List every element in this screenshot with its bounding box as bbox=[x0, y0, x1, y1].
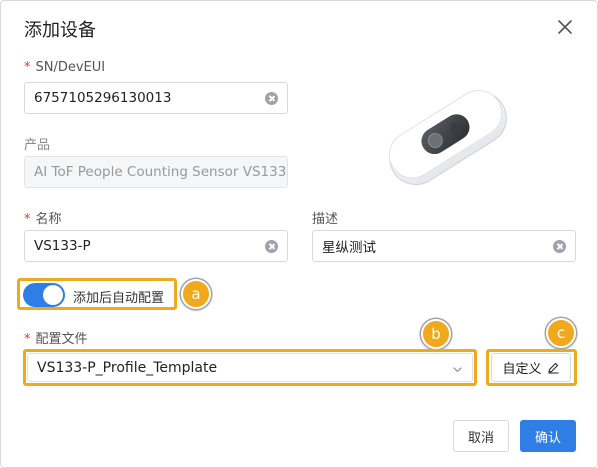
dialog-title: 添加设备 bbox=[24, 20, 96, 41]
required-mark: * bbox=[24, 60, 31, 75]
product-field: AI ToF People Counting Sensor VS133- bbox=[24, 156, 288, 188]
clear-icon[interactable] bbox=[265, 240, 278, 253]
custom-button-label: 自定义 bbox=[502, 362, 542, 377]
description-label: 描述 bbox=[312, 212, 339, 227]
name-label-text: 名称 bbox=[35, 212, 62, 227]
custom-profile-button[interactable]: 自定义 bbox=[491, 353, 571, 382]
name-value: VS133-P bbox=[34, 238, 91, 254]
sn-label-text: SN/DevEUI bbox=[35, 60, 106, 75]
product-value: AI ToF People Counting Sensor VS133- bbox=[34, 164, 288, 180]
toggle-knob bbox=[43, 285, 63, 305]
chevron-down-icon bbox=[453, 367, 462, 373]
sn-value: 6757105296130013 bbox=[34, 90, 172, 106]
clear-icon[interactable] bbox=[265, 92, 278, 105]
description-value: 星纵测试 bbox=[322, 240, 376, 256]
profile-label: * 配置文件 bbox=[24, 328, 88, 347]
annotation-badge-c: c bbox=[546, 318, 576, 348]
add-device-dialog: 添加设备 * SN/DevEUI 6757105296130013 产品 AI T… bbox=[0, 0, 598, 468]
cancel-button[interactable]: 取消 bbox=[453, 420, 509, 452]
device-image bbox=[388, 89, 507, 186]
name-label: * 名称 bbox=[24, 208, 62, 227]
name-input[interactable]: VS133-P bbox=[24, 230, 288, 262]
auto-config-label: 添加后自动配置 bbox=[73, 291, 165, 306]
auto-config-toggle[interactable] bbox=[23, 283, 65, 307]
product-label: 产品 bbox=[24, 138, 51, 153]
required-mark: * bbox=[24, 212, 31, 227]
description-input[interactable]: 星纵测试 bbox=[312, 230, 576, 262]
close-icon[interactable] bbox=[556, 18, 574, 36]
sn-input[interactable]: 6757105296130013 bbox=[24, 82, 288, 114]
annotation-badge-a: a bbox=[181, 279, 211, 309]
profile-value: VS133-P_Profile_Template bbox=[37, 359, 218, 376]
profile-label-text: 配置文件 bbox=[35, 332, 88, 347]
clear-icon[interactable] bbox=[553, 240, 566, 253]
annotation-badge-b: b bbox=[421, 319, 451, 349]
edit-icon bbox=[547, 362, 558, 374]
profile-select[interactable]: VS133-P_Profile_Template bbox=[27, 353, 473, 382]
confirm-button[interactable]: 确认 bbox=[520, 420, 576, 452]
sn-label: * SN/DevEUI bbox=[24, 60, 105, 75]
required-mark: * bbox=[24, 332, 31, 347]
